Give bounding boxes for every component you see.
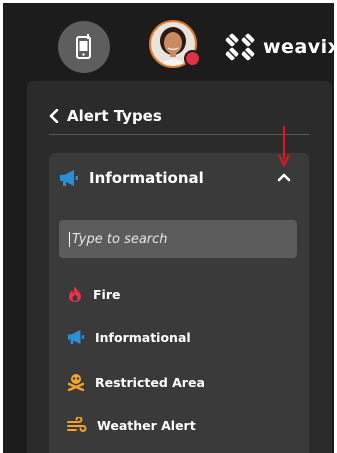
megaphone-icon <box>60 170 78 186</box>
list-item-informational[interactable]: Informational <box>67 329 191 345</box>
search-input[interactable] <box>69 231 292 247</box>
alert-type-dropdown: Informational Fire <box>49 153 309 453</box>
list-item-label: Weather Alert <box>97 417 196 433</box>
page-title: Alert Types <box>67 107 162 125</box>
skull-crossbones-icon <box>67 374 85 391</box>
dropdown-toggle[interactable]: Informational <box>59 167 299 189</box>
annotation-arrow-icon <box>278 126 290 167</box>
fire-icon <box>69 286 81 302</box>
wind-icon <box>67 417 87 432</box>
selected-alert-type: Informational <box>89 169 204 187</box>
chevron-left-icon <box>49 109 59 123</box>
back-button[interactable]: Alert Types <box>49 107 162 125</box>
list-item-restricted-area[interactable]: Restricted Area <box>67 373 205 391</box>
chevron-up-icon[interactable] <box>277 172 291 182</box>
phone-button[interactable] <box>58 21 110 73</box>
app-frame: weavix Alert Types Informational Type to… <box>3 3 334 453</box>
divider <box>49 134 309 135</box>
mobile-phone-icon <box>76 34 91 59</box>
brand-name: weavix <box>263 36 334 58</box>
search-box <box>59 220 297 258</box>
list-item-fire[interactable]: Fire <box>67 285 120 303</box>
list-item-label: Restricted Area <box>95 374 205 390</box>
weavix-logo-icon <box>225 33 255 61</box>
list-item-label: Fire <box>93 286 121 302</box>
status-badge <box>184 50 201 67</box>
list-item-weather-alert[interactable]: Weather Alert <box>67 417 196 433</box>
megaphone-icon <box>68 329 84 345</box>
brand-logo: weavix <box>224 33 334 61</box>
list-item-label: Informational <box>95 329 191 345</box>
